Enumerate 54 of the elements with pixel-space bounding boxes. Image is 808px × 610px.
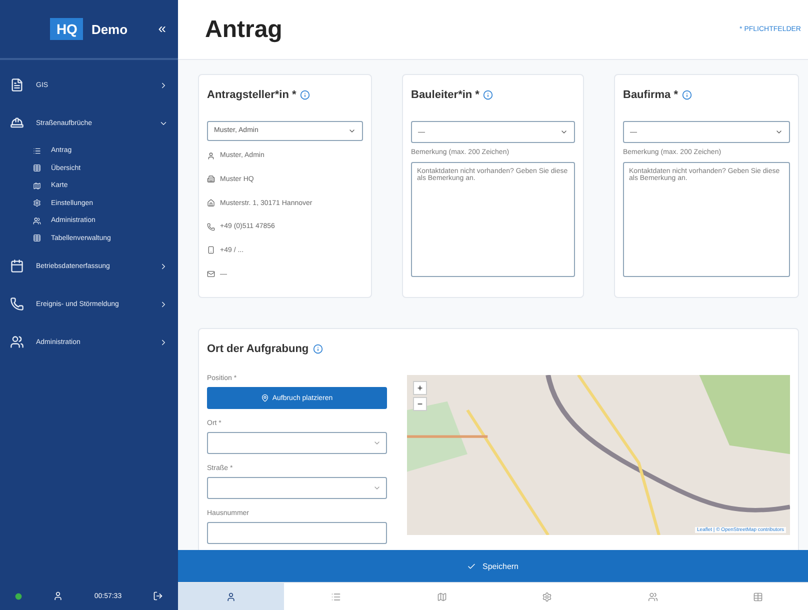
helmet-icon bbox=[10, 116, 24, 130]
document-icon bbox=[10, 78, 24, 92]
table-icon bbox=[753, 592, 764, 602]
person-icon bbox=[207, 152, 215, 160]
info-icon[interactable] bbox=[483, 90, 494, 100]
chevron-right-icon bbox=[159, 338, 168, 346]
select-field[interactable] bbox=[207, 477, 387, 499]
map-icon bbox=[436, 592, 447, 602]
list-icon bbox=[33, 146, 41, 155]
info-icon[interactable] bbox=[300, 90, 310, 100]
phone-icon bbox=[10, 297, 24, 311]
table-icon bbox=[33, 234, 41, 242]
info-icon[interactable] bbox=[682, 90, 692, 100]
map-drawing[interactable] bbox=[407, 375, 790, 535]
building-icon bbox=[207, 175, 215, 184]
select-field[interactable] bbox=[207, 432, 387, 454]
page-title: Antrag bbox=[205, 16, 282, 44]
check-icon bbox=[467, 562, 476, 570]
chevron-down-icon bbox=[373, 484, 381, 492]
logo-badge: HQ bbox=[50, 18, 84, 40]
logout-icon[interactable] bbox=[152, 591, 163, 601]
card-title: Antragsteller*in * bbox=[207, 89, 296, 101]
card-title: Bauleiter*in * bbox=[411, 89, 480, 101]
people-icon bbox=[648, 592, 658, 602]
info-icon[interactable] bbox=[312, 344, 323, 354]
collapse-button[interactable]: « bbox=[158, 20, 166, 36]
chevron-down-icon bbox=[373, 439, 381, 447]
settings-icon bbox=[542, 592, 552, 602]
chevron-down-icon bbox=[775, 128, 783, 136]
chevron-right-icon bbox=[159, 300, 168, 308]
calendar-icon bbox=[10, 259, 24, 273]
logo-text: Demo bbox=[91, 22, 128, 36]
phone-icon bbox=[207, 222, 215, 231]
people-icon bbox=[10, 335, 24, 349]
user-icon[interactable] bbox=[53, 591, 64, 601]
people-icon bbox=[33, 216, 41, 225]
chevron-right-icon bbox=[159, 80, 168, 90]
settings-icon bbox=[33, 199, 41, 208]
map-icon bbox=[33, 182, 41, 190]
table-icon bbox=[33, 164, 41, 172]
card-title: Ort der Aufgrabung bbox=[207, 343, 309, 355]
envelope-icon bbox=[207, 270, 215, 278]
save-button[interactable]: Speichern bbox=[178, 550, 808, 582]
pin-icon bbox=[261, 394, 270, 402]
card-title: Baufirma * bbox=[623, 89, 678, 101]
zoom-in-button[interactable]: + bbox=[413, 381, 427, 395]
zoom-out-button[interactable]: − bbox=[413, 397, 427, 411]
list-icon bbox=[331, 592, 342, 602]
smartphone-icon bbox=[207, 246, 215, 254]
chevron-down-icon bbox=[560, 128, 568, 136]
person-icon bbox=[226, 592, 236, 602]
chevron-right-icon bbox=[159, 262, 168, 270]
input-field[interactable] bbox=[207, 522, 387, 544]
house-icon bbox=[207, 199, 215, 208]
